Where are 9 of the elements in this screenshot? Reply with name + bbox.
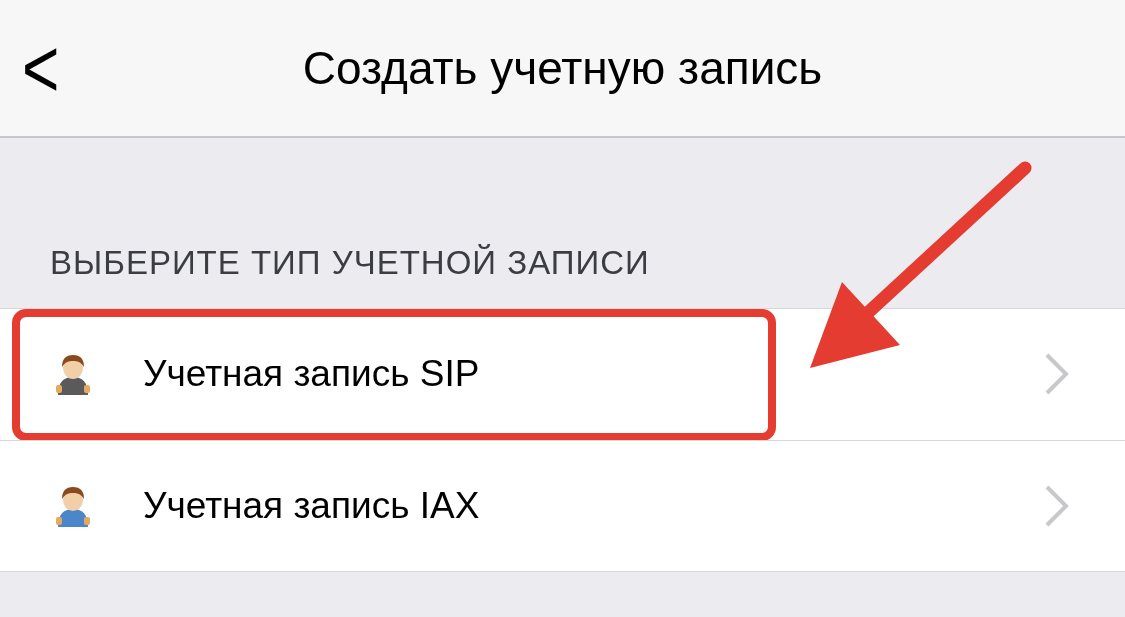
account-type-row[interactable]: Учетная запись SIP <box>0 308 1125 440</box>
chevron-icon <box>1044 352 1070 396</box>
row-label: Учетная запись SIP <box>143 352 481 397</box>
chevron-icon <box>1044 483 1070 528</box>
section-header: ВЫБЕРИТЕ ТИП УЧЕТНОЙ ЗАПИСИ <box>50 243 651 283</box>
row-label: Учетная запись IAX <box>143 483 481 528</box>
account-type-row[interactable]: Учетная запись IAX <box>0 439 1125 571</box>
back-button[interactable]: < <box>22 26 60 110</box>
screen-title: Создать учетную запись <box>302 40 823 96</box>
